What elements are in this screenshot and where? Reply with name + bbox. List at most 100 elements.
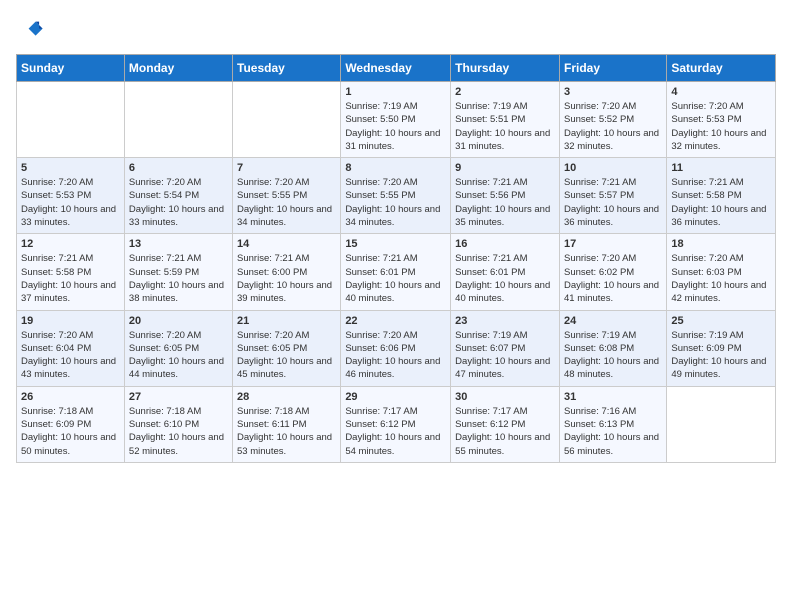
day-number: 11 bbox=[671, 162, 771, 174]
day-number: 31 bbox=[564, 391, 662, 403]
calendar-cell: 4 Sunrise: 7:20 AMSunset: 5:53 PMDayligh… bbox=[667, 82, 776, 158]
calendar-cell: 20 Sunrise: 7:20 AMSunset: 6:05 PMDaylig… bbox=[124, 310, 232, 386]
logo-icon bbox=[16, 16, 44, 44]
calendar-cell bbox=[124, 82, 232, 158]
day-number: 7 bbox=[237, 162, 336, 174]
calendar-cell: 11 Sunrise: 7:21 AMSunset: 5:58 PMDaylig… bbox=[667, 158, 776, 234]
day-info: Sunrise: 7:21 AMSunset: 5:58 PMDaylight:… bbox=[21, 252, 120, 305]
day-number: 9 bbox=[455, 162, 555, 174]
day-number: 4 bbox=[671, 86, 771, 98]
day-number: 1 bbox=[345, 86, 446, 98]
calendar-cell: 14 Sunrise: 7:21 AMSunset: 6:00 PMDaylig… bbox=[233, 234, 341, 310]
calendar-cell bbox=[17, 82, 125, 158]
calendar-cell: 19 Sunrise: 7:20 AMSunset: 6:04 PMDaylig… bbox=[17, 310, 125, 386]
day-number: 3 bbox=[564, 86, 662, 98]
calendar-week-5: 26 Sunrise: 7:18 AMSunset: 6:09 PMDaylig… bbox=[17, 386, 776, 462]
day-info: Sunrise: 7:20 AMSunset: 5:53 PMDaylight:… bbox=[21, 176, 120, 229]
day-info: Sunrise: 7:20 AMSunset: 5:55 PMDaylight:… bbox=[345, 176, 446, 229]
calendar-cell: 24 Sunrise: 7:19 AMSunset: 6:08 PMDaylig… bbox=[559, 310, 666, 386]
calendar-cell: 25 Sunrise: 7:19 AMSunset: 6:09 PMDaylig… bbox=[667, 310, 776, 386]
day-info: Sunrise: 7:20 AMSunset: 5:55 PMDaylight:… bbox=[237, 176, 336, 229]
day-info: Sunrise: 7:18 AMSunset: 6:10 PMDaylight:… bbox=[129, 405, 228, 458]
day-number: 26 bbox=[21, 391, 120, 403]
calendar-table: SundayMondayTuesdayWednesdayThursdayFrid… bbox=[16, 54, 776, 463]
day-info: Sunrise: 7:20 AMSunset: 6:02 PMDaylight:… bbox=[564, 252, 662, 305]
day-header-friday: Friday bbox=[559, 55, 666, 82]
calendar-cell: 30 Sunrise: 7:17 AMSunset: 6:12 PMDaylig… bbox=[451, 386, 560, 462]
day-info: Sunrise: 7:21 AMSunset: 6:00 PMDaylight:… bbox=[237, 252, 336, 305]
calendar-cell: 13 Sunrise: 7:21 AMSunset: 5:59 PMDaylig… bbox=[124, 234, 232, 310]
day-info: Sunrise: 7:20 AMSunset: 6:04 PMDaylight:… bbox=[21, 329, 120, 382]
day-info: Sunrise: 7:18 AMSunset: 6:09 PMDaylight:… bbox=[21, 405, 120, 458]
day-number: 27 bbox=[129, 391, 228, 403]
calendar-week-3: 12 Sunrise: 7:21 AMSunset: 5:58 PMDaylig… bbox=[17, 234, 776, 310]
day-number: 21 bbox=[237, 315, 336, 327]
day-info: Sunrise: 7:21 AMSunset: 5:59 PMDaylight:… bbox=[129, 252, 228, 305]
day-number: 25 bbox=[671, 315, 771, 327]
day-number: 6 bbox=[129, 162, 228, 174]
day-header-wednesday: Wednesday bbox=[341, 55, 451, 82]
day-number: 15 bbox=[345, 238, 446, 250]
day-number: 23 bbox=[455, 315, 555, 327]
day-info: Sunrise: 7:20 AMSunset: 6:05 PMDaylight:… bbox=[129, 329, 228, 382]
day-info: Sunrise: 7:21 AMSunset: 5:57 PMDaylight:… bbox=[564, 176, 662, 229]
day-info: Sunrise: 7:19 AMSunset: 6:07 PMDaylight:… bbox=[455, 329, 555, 382]
day-info: Sunrise: 7:21 AMSunset: 6:01 PMDaylight:… bbox=[345, 252, 446, 305]
day-info: Sunrise: 7:19 AMSunset: 6:08 PMDaylight:… bbox=[564, 329, 662, 382]
day-number: 12 bbox=[21, 238, 120, 250]
calendar-cell bbox=[667, 386, 776, 462]
day-info: Sunrise: 7:19 AMSunset: 6:09 PMDaylight:… bbox=[671, 329, 771, 382]
day-header-saturday: Saturday bbox=[667, 55, 776, 82]
day-header-thursday: Thursday bbox=[451, 55, 560, 82]
calendar-cell: 3 Sunrise: 7:20 AMSunset: 5:52 PMDayligh… bbox=[559, 82, 666, 158]
day-info: Sunrise: 7:21 AMSunset: 6:01 PMDaylight:… bbox=[455, 252, 555, 305]
day-number: 19 bbox=[21, 315, 120, 327]
day-info: Sunrise: 7:20 AMSunset: 6:06 PMDaylight:… bbox=[345, 329, 446, 382]
day-number: 2 bbox=[455, 86, 555, 98]
day-number: 24 bbox=[564, 315, 662, 327]
calendar-cell: 1 Sunrise: 7:19 AMSunset: 5:50 PMDayligh… bbox=[341, 82, 451, 158]
day-number: 16 bbox=[455, 238, 555, 250]
calendar-week-1: 1 Sunrise: 7:19 AMSunset: 5:50 PMDayligh… bbox=[17, 82, 776, 158]
day-number: 13 bbox=[129, 238, 228, 250]
calendar-cell: 27 Sunrise: 7:18 AMSunset: 6:10 PMDaylig… bbox=[124, 386, 232, 462]
calendar-cell: 12 Sunrise: 7:21 AMSunset: 5:58 PMDaylig… bbox=[17, 234, 125, 310]
calendar-cell: 31 Sunrise: 7:16 AMSunset: 6:13 PMDaylig… bbox=[559, 386, 666, 462]
calendar-cell: 9 Sunrise: 7:21 AMSunset: 5:56 PMDayligh… bbox=[451, 158, 560, 234]
calendar-cell: 28 Sunrise: 7:18 AMSunset: 6:11 PMDaylig… bbox=[233, 386, 341, 462]
day-number: 8 bbox=[345, 162, 446, 174]
day-info: Sunrise: 7:20 AMSunset: 6:03 PMDaylight:… bbox=[671, 252, 771, 305]
day-info: Sunrise: 7:19 AMSunset: 5:51 PMDaylight:… bbox=[455, 100, 555, 153]
day-number: 28 bbox=[237, 391, 336, 403]
calendar-cell: 18 Sunrise: 7:20 AMSunset: 6:03 PMDaylig… bbox=[667, 234, 776, 310]
calendar-cell: 26 Sunrise: 7:18 AMSunset: 6:09 PMDaylig… bbox=[17, 386, 125, 462]
calendar-cell: 16 Sunrise: 7:21 AMSunset: 6:01 PMDaylig… bbox=[451, 234, 560, 310]
day-number: 30 bbox=[455, 391, 555, 403]
day-number: 22 bbox=[345, 315, 446, 327]
calendar-week-4: 19 Sunrise: 7:20 AMSunset: 6:04 PMDaylig… bbox=[17, 310, 776, 386]
day-number: 14 bbox=[237, 238, 336, 250]
day-number: 20 bbox=[129, 315, 228, 327]
calendar-cell: 7 Sunrise: 7:20 AMSunset: 5:55 PMDayligh… bbox=[233, 158, 341, 234]
calendar-cell: 15 Sunrise: 7:21 AMSunset: 6:01 PMDaylig… bbox=[341, 234, 451, 310]
day-info: Sunrise: 7:17 AMSunset: 6:12 PMDaylight:… bbox=[455, 405, 555, 458]
calendar-cell: 23 Sunrise: 7:19 AMSunset: 6:07 PMDaylig… bbox=[451, 310, 560, 386]
day-number: 17 bbox=[564, 238, 662, 250]
calendar-cell: 2 Sunrise: 7:19 AMSunset: 5:51 PMDayligh… bbox=[451, 82, 560, 158]
calendar-cell: 29 Sunrise: 7:17 AMSunset: 6:12 PMDaylig… bbox=[341, 386, 451, 462]
calendar-header-row: SundayMondayTuesdayWednesdayThursdayFrid… bbox=[17, 55, 776, 82]
calendar-cell: 6 Sunrise: 7:20 AMSunset: 5:54 PMDayligh… bbox=[124, 158, 232, 234]
day-number: 18 bbox=[671, 238, 771, 250]
day-number: 10 bbox=[564, 162, 662, 174]
calendar-cell: 21 Sunrise: 7:20 AMSunset: 6:05 PMDaylig… bbox=[233, 310, 341, 386]
day-info: Sunrise: 7:20 AMSunset: 5:53 PMDaylight:… bbox=[671, 100, 771, 153]
day-header-monday: Monday bbox=[124, 55, 232, 82]
day-number: 5 bbox=[21, 162, 120, 174]
day-info: Sunrise: 7:16 AMSunset: 6:13 PMDaylight:… bbox=[564, 405, 662, 458]
day-info: Sunrise: 7:21 AMSunset: 5:56 PMDaylight:… bbox=[455, 176, 555, 229]
logo bbox=[16, 16, 48, 44]
day-info: Sunrise: 7:20 AMSunset: 6:05 PMDaylight:… bbox=[237, 329, 336, 382]
calendar-cell bbox=[233, 82, 341, 158]
day-info: Sunrise: 7:17 AMSunset: 6:12 PMDaylight:… bbox=[345, 405, 446, 458]
calendar-cell: 17 Sunrise: 7:20 AMSunset: 6:02 PMDaylig… bbox=[559, 234, 666, 310]
